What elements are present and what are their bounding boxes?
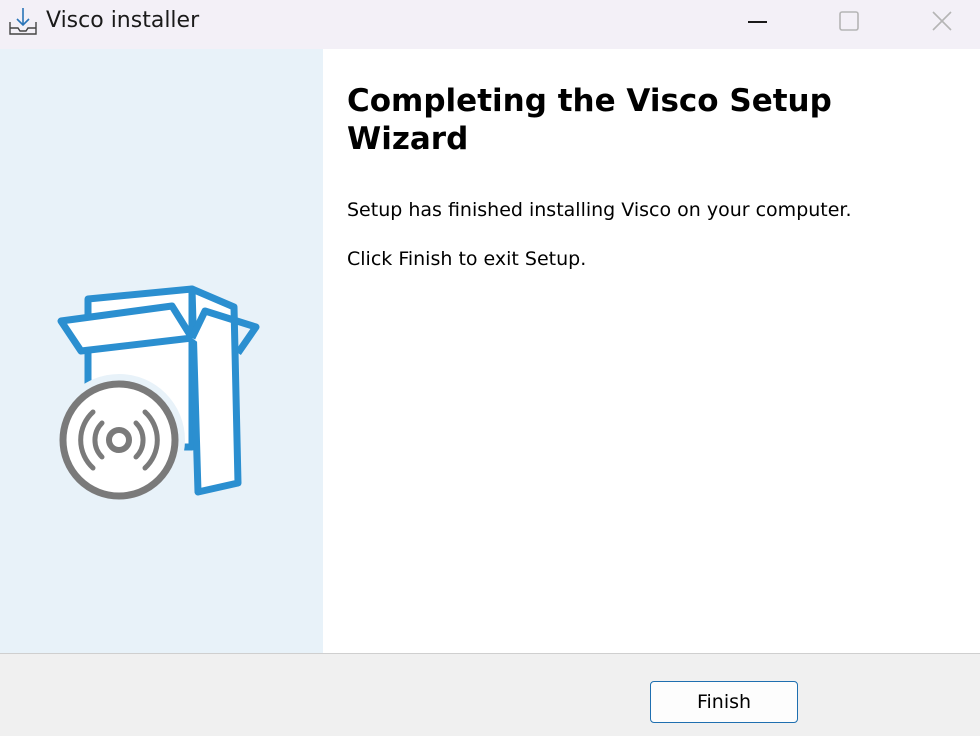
maximize-icon	[839, 11, 859, 31]
software-box-with-disc-icon	[53, 285, 260, 506]
close-button[interactable]	[895, 0, 980, 43]
wizard-content: Completing the Visco Setup Wizard Setup …	[323, 49, 980, 653]
maximize-button[interactable]	[803, 0, 895, 43]
button-bar: Finish	[0, 653, 980, 736]
minimize-icon	[748, 21, 767, 23]
window-title: Visco installer	[46, 8, 200, 33]
close-icon	[932, 11, 952, 31]
wizard-banner	[0, 49, 323, 653]
finish-button[interactable]: Finish	[650, 681, 798, 723]
minimize-button[interactable]	[711, 0, 803, 43]
download-tray-icon	[7, 6, 39, 38]
title-bar[interactable]: Visco installer	[0, 0, 980, 49]
exit-instruction: Click Finish to exit Setup.	[347, 248, 587, 270]
completion-message: Setup has finished installing Visco on y…	[347, 199, 852, 221]
installer-window: Visco installer Completing the Visco Set…	[0, 0, 980, 736]
page-title: Completing the Visco Setup Wizard	[347, 83, 832, 157]
